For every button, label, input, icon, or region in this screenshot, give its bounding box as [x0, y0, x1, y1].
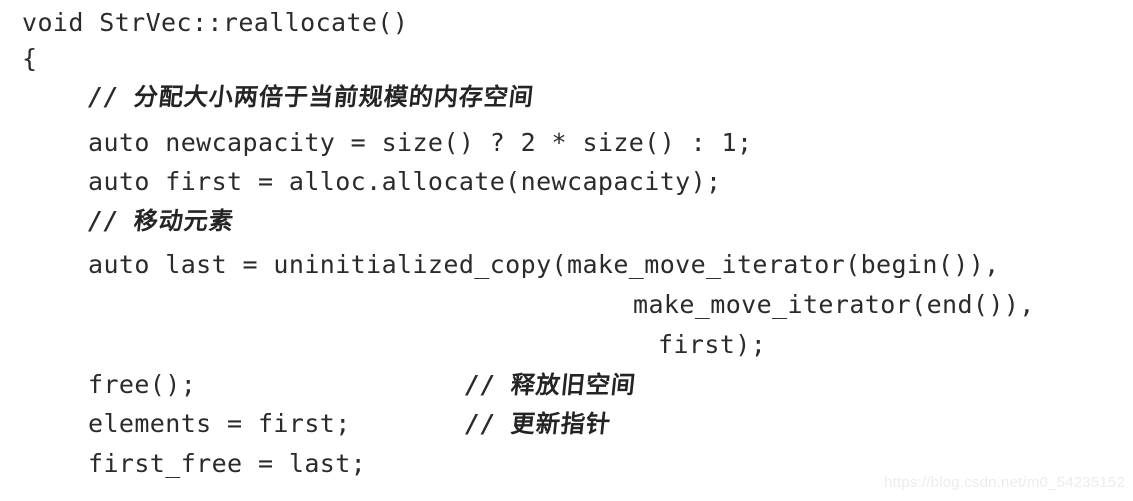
trailing-comment-free-old-space: // 释放旧空间	[465, 370, 638, 400]
code-line-comment-move: // 移动元素	[88, 206, 236, 236]
code-line-free-call: free();	[88, 370, 197, 399]
comment-text-update-pointer: 更新指针	[509, 409, 613, 438]
comment-text-free-old-space: 释放旧空间	[509, 370, 638, 399]
trailing-comment-update-pointer: // 更新指针	[465, 409, 613, 439]
source-watermark: https://blog.csdn.net/m0_54235152	[884, 474, 1125, 491]
code-line-signature: void StrVec::reallocate()	[22, 8, 409, 37]
code-line-uninitialized-copy: auto last = uninitialized_copy(make_move…	[88, 250, 1000, 279]
code-line-open-brace: {	[22, 44, 38, 73]
comment-slashes: //	[88, 82, 135, 111]
code-line-make-move-iterator-end: make_move_iterator(end()),	[633, 290, 1035, 319]
comment-text-move: 移动元素	[132, 206, 236, 235]
code-line-elements-assign: elements = first;	[88, 409, 351, 438]
code-line-first-argument: first);	[658, 330, 767, 359]
comment-slashes: //	[465, 409, 512, 438]
code-line-comment-allocate: // 分配大小两倍于当前规模的内存空间	[88, 82, 536, 112]
comment-slashes: //	[465, 370, 512, 399]
code-line-first-free-assign: first_free = last;	[88, 449, 367, 478]
comment-slashes: //	[88, 206, 135, 235]
comment-text-allocate: 分配大小两倍于当前规模的内存空间	[132, 82, 536, 111]
scanned-code-page: void StrVec::reallocate() { // 分配大小两倍于当前…	[0, 0, 1133, 501]
code-line-newcapacity: auto newcapacity = size() ? 2 * size() :…	[88, 128, 753, 157]
code-line-allocate: auto first = alloc.allocate(newcapacity)…	[88, 167, 722, 196]
